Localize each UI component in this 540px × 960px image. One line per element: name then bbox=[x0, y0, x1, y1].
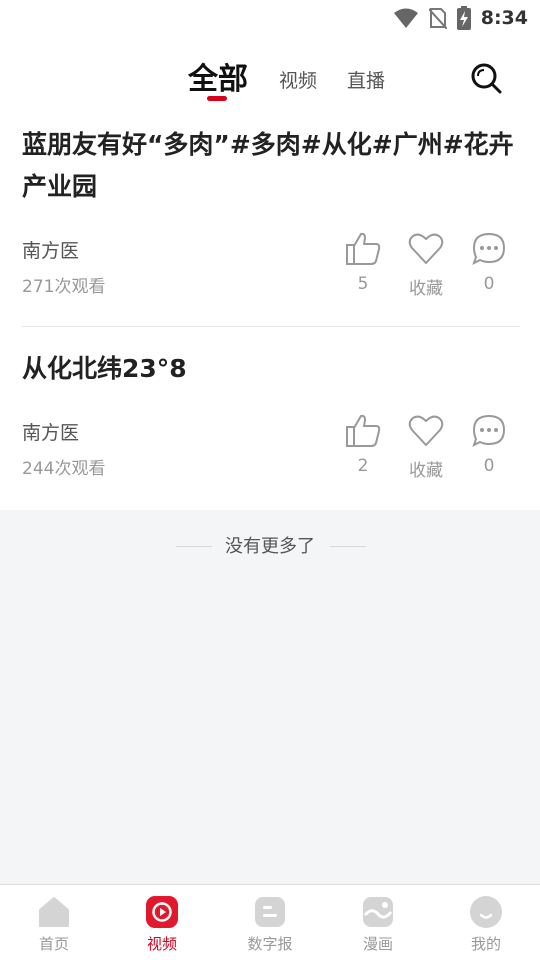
nav-label: 视频 bbox=[146, 935, 177, 953]
wifi-icon bbox=[393, 8, 418, 28]
nav-item-home[interactable]: 首页 bbox=[4, 895, 104, 954]
top-tab-bar: 全部 视频 直播 bbox=[0, 52, 540, 104]
post-title[interactable]: 蓝朋友有好“多肉”#多肉#从化#广州#花卉产业园 bbox=[22, 124, 520, 208]
comment-button[interactable]: 0 bbox=[459, 414, 519, 476]
video-post[interactable]: 蓝朋友有好“多肉”#多肉#从化#广州#花卉产业园 南方医 271次观看 5 收藏… bbox=[22, 124, 520, 324]
comic-icon bbox=[363, 897, 393, 927]
profile-icon bbox=[470, 896, 502, 928]
comment-button[interactable]: 0 bbox=[459, 232, 519, 294]
comment-icon bbox=[472, 232, 506, 265]
thumbs-up-icon bbox=[346, 232, 381, 265]
collect-button[interactable]: 收藏 bbox=[396, 414, 456, 481]
post-views: 244次观看 bbox=[22, 459, 106, 479]
comment-icon bbox=[472, 414, 506, 447]
search-button[interactable] bbox=[470, 62, 502, 94]
nav-label: 我的 bbox=[470, 935, 501, 953]
battery-charging-icon bbox=[456, 6, 471, 30]
search-icon bbox=[471, 63, 502, 94]
nav-label: 数字报 bbox=[247, 935, 293, 953]
heart-icon bbox=[408, 415, 444, 446]
post-source: 南方医 bbox=[22, 240, 80, 262]
nav-item-comic[interactable]: 漫画 bbox=[328, 895, 428, 954]
divider-line bbox=[330, 546, 366, 547]
collect-label: 收藏 bbox=[409, 461, 443, 481]
heart-icon bbox=[408, 233, 444, 264]
like-button[interactable]: 5 bbox=[333, 232, 393, 294]
status-icons: 8:34 bbox=[393, 6, 528, 30]
list-end-area: 没有更多了 bbox=[0, 510, 540, 884]
like-count: 5 bbox=[357, 274, 369, 294]
nav-item-video[interactable]: 视频 bbox=[112, 895, 212, 954]
collect-button[interactable]: 收藏 bbox=[396, 232, 456, 299]
post-views: 271次观看 bbox=[22, 277, 106, 297]
tab-all[interactable]: 全部 bbox=[188, 54, 248, 98]
status-time: 8:34 bbox=[480, 7, 528, 29]
video-icon bbox=[146, 896, 178, 928]
post-source: 南方医 bbox=[22, 422, 80, 444]
like-count: 2 bbox=[357, 456, 369, 476]
like-button[interactable]: 2 bbox=[333, 414, 393, 476]
nav-item-profile[interactable]: 我的 bbox=[436, 895, 536, 954]
nav-label: 首页 bbox=[38, 935, 69, 953]
post-title[interactable]: 从化北纬23°8 bbox=[22, 348, 520, 390]
no-more-text: 没有更多了 bbox=[225, 536, 315, 557]
status-bar: 8:34 bbox=[0, 0, 540, 36]
active-tab-indicator bbox=[207, 96, 227, 101]
post-divider bbox=[22, 326, 520, 327]
comment-count: 0 bbox=[483, 274, 495, 294]
thumbs-up-icon bbox=[346, 414, 381, 447]
video-post[interactable]: 从化北纬23°8 南方医 244次观看 2 收藏 0 bbox=[22, 348, 520, 498]
no-sim-icon bbox=[428, 8, 447, 29]
comment-count: 0 bbox=[483, 456, 495, 476]
nav-label: 漫画 bbox=[362, 935, 393, 953]
tab-video[interactable]: 视频 bbox=[279, 66, 317, 93]
collect-label: 收藏 bbox=[409, 279, 443, 299]
bottom-nav: 首页 视频 数字报 漫画 我的 bbox=[0, 884, 540, 960]
nav-item-newspaper[interactable]: 数字报 bbox=[220, 895, 320, 954]
tab-live[interactable]: 直播 bbox=[347, 66, 385, 93]
newspaper-icon bbox=[255, 897, 285, 927]
home-icon bbox=[39, 897, 69, 927]
